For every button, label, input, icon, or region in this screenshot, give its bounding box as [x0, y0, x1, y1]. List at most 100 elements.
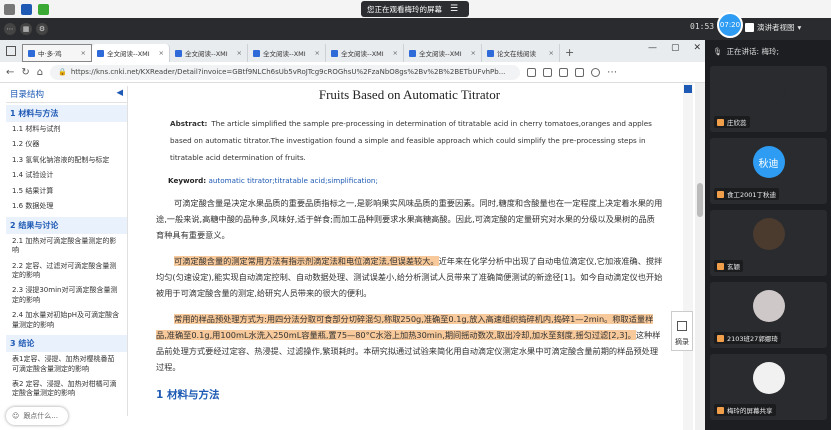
paragraph-2: 可滴定酸含量的测定常用方法有指示剂滴定法和电位滴定法,但误差较大。近年来在化学分… — [156, 253, 663, 301]
more-icon[interactable]: ⋯ — [4, 23, 16, 35]
address-bar[interactable]: 🔒 https://kns.cnki.net/KXReader/Detail?i… — [50, 64, 521, 80]
avatar — [752, 362, 785, 394]
menu-icon[interactable]: ☰ — [450, 4, 458, 14]
participant-name-text: 玄颖 — [727, 263, 740, 271]
close-tab-icon[interactable]: × — [471, 49, 476, 57]
toc-item[interactable]: 1.5 结果计算 — [6, 184, 127, 199]
participant-tile[interactable]: 庄欣蕊 — [710, 66, 827, 132]
excerpt-icon — [677, 321, 687, 331]
keywords: Keyword: automatic titrator;titratable a… — [156, 176, 663, 185]
mic-icon: 🎙 — [713, 46, 723, 56]
toc-item[interactable]: 表2 定容、浸提、加热对柑橘可滴定酸含量测定的影响 — [6, 377, 127, 402]
participant-name-text: 食工2001丁秋迪 — [727, 191, 777, 199]
browser-tab[interactable]: 全文阅读--XMI × — [404, 44, 482, 62]
scrollbar-thumb[interactable] — [697, 183, 703, 217]
toc-item[interactable]: 1.3 氢氧化钠溶液的配制与标定 — [6, 153, 127, 168]
ai-assistant-placeholder: 跟点什么... — [23, 412, 58, 420]
paragraph-1: 可滴定酸含量是决定水果品质的重要品质指标之一,是影响果实风味品质的重要因素。同时… — [156, 198, 663, 240]
tab-label: 全文阅读--XMI — [263, 50, 306, 58]
browser-tab[interactable]: 全文阅读--XMI × — [170, 44, 248, 62]
page-icon — [409, 49, 416, 57]
reader-mode-icon[interactable] — [527, 67, 537, 77]
participant-name: 梅玲的屏幕共享 — [714, 404, 776, 416]
collections-icon[interactable] — [575, 67, 585, 77]
tile-icon[interactable]: ▦ — [20, 23, 32, 35]
tab-label: 全文阅读--XMI — [419, 50, 462, 58]
close-tab-icon[interactable]: × — [393, 49, 398, 57]
toc-item[interactable]: 2.4 加水量对初始pH及可滴定酸含量测定的影响 — [6, 308, 127, 333]
tab-label: 全文阅读--XMI — [341, 50, 384, 58]
close-tab-icon[interactable]: × — [81, 49, 86, 57]
gear-icon[interactable]: ⚙ — [36, 23, 48, 35]
meeting-timer: 01:53 — [690, 22, 715, 31]
close-tab-icon[interactable]: × — [159, 49, 164, 57]
close-tab-icon[interactable]: × — [237, 49, 242, 57]
toc-item[interactable]: 1.1 材料与试剂 — [6, 122, 127, 137]
mic-icon — [717, 406, 724, 414]
toc-item[interactable]: 表1定容、浸提、加热对樱桃番茄可滴定酸含量测定的影响 — [6, 352, 127, 377]
back-button[interactable]: ← — [6, 67, 14, 78]
page-icon — [487, 49, 494, 57]
window-icon[interactable] — [6, 46, 16, 56]
address-row: ← ↻ ⌂ 🔒 https://kns.cnki.net/KXReader/De… — [0, 62, 705, 83]
browser-tab[interactable]: 全文阅读--XMI × — [248, 44, 326, 62]
expand-arrow-icon[interactable] — [684, 85, 692, 93]
close-tab-icon[interactable]: × — [549, 49, 554, 57]
toc-section[interactable]: 3 结论 — [6, 335, 127, 353]
browser-tab[interactable]: 全文阅读--XMI × — [92, 44, 170, 62]
favorite-icon[interactable] — [543, 67, 553, 77]
toc-section[interactable]: 2 结果与讨论 — [6, 216, 127, 234]
signal-icon — [38, 4, 49, 15]
keywords-text[interactable]: automatic titrator;titratable acid;simpl… — [208, 176, 377, 185]
paragraph-3: 常用的样品预处理方式为:用四分法分取可食部分切碎混匀,称取250g,准确至0.1… — [156, 311, 663, 375]
page-content: 目录结构 ◀ 1 材料与方法 1.1 材料与试剂 1.2 仪器 1.3 氢氧化钠溶液的… — [0, 83, 705, 430]
toc-item[interactable]: 2.2 定容、过滤对可滴定酸含量测定的影响 — [6, 259, 127, 284]
browser-tab[interactable]: 中·多·鸡 × — [22, 44, 92, 62]
toc-panel: 目录结构 ◀ 1 材料与方法 1.1 材料与试剂 1.2 仪器 1.3 氢氧化钠溶液的… — [6, 86, 128, 416]
ai-assistant-input[interactable]: ☺ 跟点什么... — [6, 407, 68, 425]
side-strip — [683, 83, 693, 430]
participant-name: 庄欣蕊 — [714, 116, 750, 128]
toc-item[interactable]: 1.4 试验设计 — [6, 168, 127, 183]
highlight-3[interactable]: 常用的样品预处理方式为:用四分法分取可食部分切碎混匀,称取250g,准确至0.1… — [156, 314, 654, 340]
tab-label: 中·多·鸡 — [38, 50, 62, 58]
sharing-banner[interactable]: 您正在观看梅玲的屏幕 ☰ — [361, 1, 469, 17]
presenter-view-label: 演讲者视图 — [757, 23, 795, 32]
new-tab-button[interactable]: + — [560, 46, 579, 62]
minimize-button[interactable]: — — [648, 43, 657, 53]
home-button[interactable]: ⌂ — [37, 67, 43, 78]
browser-tab[interactable]: 论文在线阅读 × — [482, 44, 560, 62]
page-icon — [253, 49, 260, 57]
presenter-view-icon — [745, 23, 754, 32]
timer-bubble[interactable]: 07:20 — [717, 12, 743, 38]
tab-label: 论文在线阅读 — [497, 50, 536, 58]
toc-item[interactable]: 2.1 加热对可滴定酸含量测定的影响 — [6, 234, 127, 259]
close-button[interactable]: ✕ — [693, 43, 701, 53]
scrollbar[interactable] — [695, 83, 705, 430]
browser-window: 中·多·鸡 × 全文阅读--XMI × 全文阅读--XMI × 全文阅读--XMI × 全文阅读… — [0, 40, 705, 430]
reload-button[interactable]: ↻ — [21, 67, 29, 78]
close-tab-icon[interactable]: × — [315, 49, 320, 57]
more-icon[interactable]: ⋯ — [607, 67, 617, 78]
toc-item[interactable]: 1.2 仪器 — [6, 137, 127, 152]
abstract-label: Abstract: — [170, 119, 208, 128]
profile-icon[interactable] — [591, 67, 601, 77]
participants-panel: 庄欣蕊秋迪 食工2001丁秋迪玄颖 2103班27郭娜琦梅玲的屏幕共享 — [706, 62, 831, 430]
participant-name: 食工2001丁秋迪 — [714, 188, 780, 200]
extensions-icon[interactable] — [559, 67, 569, 77]
participant-tile[interactable]: 梅玲的屏幕共享 — [710, 354, 827, 420]
toc-item[interactable]: 2.3 浸提30min对可滴定酸含量测定的影响 — [6, 283, 127, 308]
avatar — [752, 74, 785, 106]
highlight-2[interactable]: 可滴定酸含量的测定常用方法有指示剂滴定法和电位滴定法,但误差较大。 — [174, 256, 439, 266]
collapse-arrow-icon[interactable]: ◀ — [116, 88, 123, 100]
participant-tile[interactable]: 玄颖 — [710, 210, 827, 276]
excerpt-label: 摘录 — [675, 338, 689, 346]
toc-section[interactable]: 1 材料与方法 — [6, 105, 127, 122]
browser-tab[interactable]: 全文阅读--XMI × — [326, 44, 404, 62]
participant-tile[interactable]: 2103班27郭娜琦 — [710, 282, 827, 348]
maximize-button[interactable]: ▢ — [671, 43, 680, 53]
toc-item[interactable]: 1.6 数据处理 — [6, 199, 127, 214]
presenter-view-button[interactable]: 演讲者视图 ▾ — [745, 22, 801, 33]
participant-tile[interactable]: 秋迪 食工2001丁秋迪 — [710, 138, 827, 204]
excerpt-button[interactable]: 摘录 — [671, 311, 693, 351]
